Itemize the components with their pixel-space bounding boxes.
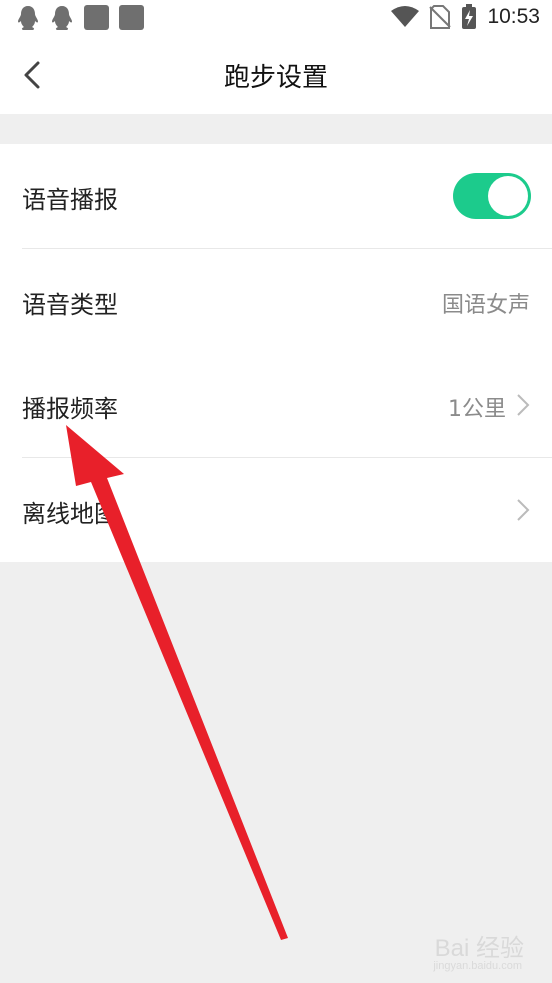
watermark: Bai 经验 (434, 935, 524, 962)
watermark-sub: jingyan.baidu.com (433, 960, 522, 972)
annotation-arrow-icon (66, 425, 288, 940)
